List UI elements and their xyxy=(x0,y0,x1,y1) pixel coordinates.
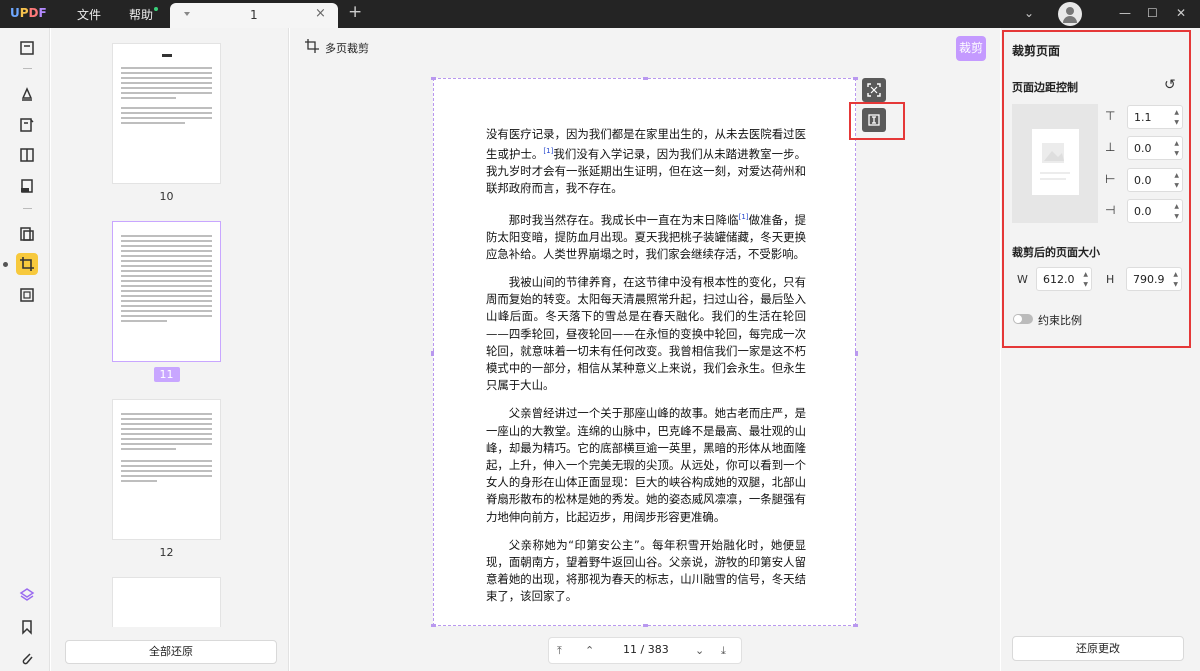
thumbnail-label: 12 xyxy=(159,546,174,559)
page-text: 没有医疗记录，因为我们都是在家里出生的，从未去医院看过医生或护士。[1]我们没有… xyxy=(486,126,806,617)
crop-handle[interactable] xyxy=(431,351,434,356)
height-input[interactable]: 790.9 ▲ ▼ xyxy=(1126,267,1182,291)
preview-page xyxy=(1032,129,1079,195)
tab-title: 1 xyxy=(250,8,258,22)
margin-right-icon: ⊣ xyxy=(1105,203,1116,217)
paragraph: 那时我当然存在。我成长中一直在为末日降临[1]做准备，提防太阳变暗，提防血月出现… xyxy=(486,212,806,261)
left-margin-input[interactable]: 0.0 ▲ ▼ xyxy=(1127,168,1183,192)
constrain-proportions-label: 约束比例 xyxy=(1038,314,1082,327)
sidebar-collapse-handle[interactable] xyxy=(3,262,8,267)
width-label: W xyxy=(1017,273,1028,286)
thumbnail-page-10[interactable] xyxy=(112,43,221,184)
menu-help[interactable]: 帮助 xyxy=(129,6,153,23)
fit-to-content-icon[interactable] xyxy=(862,78,886,102)
edit-pdf-icon[interactable] xyxy=(16,114,38,136)
tab-dropdown-icon[interactable] xyxy=(184,12,190,16)
crop-handle[interactable] xyxy=(643,624,648,627)
highlight-box xyxy=(849,102,905,140)
menu-file[interactable]: 文件 xyxy=(77,6,101,23)
update-dot xyxy=(154,7,158,11)
margin-control-title: 页面边距控制 xyxy=(1012,81,1078,94)
paragraph: 父亲称她为“印第安公主”。每年积雪开始融化时，她便显现，面朝南方，望着野牛返回山… xyxy=(486,537,806,604)
maximize-icon[interactable]: ☐ xyxy=(1147,6,1158,20)
crop-handle[interactable] xyxy=(643,77,648,80)
first-page-icon[interactable]: ⤒ xyxy=(557,644,562,658)
close-tab-icon[interactable]: × xyxy=(315,6,326,21)
thumbnail-page-12[interactable] xyxy=(112,399,221,540)
title-bar: UPDF 文件 帮助 1 × + ⌄ — ☐ ✕ xyxy=(0,0,1200,28)
tool-sidebar xyxy=(0,28,50,671)
thumbnail-label: 10 xyxy=(159,190,174,203)
margin-left-icon: ⊢ xyxy=(1105,172,1116,186)
crop-handle[interactable] xyxy=(853,624,858,627)
width-input[interactable]: 612.0 ▲ ▼ xyxy=(1036,267,1092,291)
chevron-down-icon[interactable]: ⌄ xyxy=(1024,6,1034,20)
page-indicator[interactable]: 11 / 383 xyxy=(623,643,669,656)
close-window-icon[interactable]: ✕ xyxy=(1176,6,1186,20)
comment-icon[interactable] xyxy=(16,83,38,105)
thumbnail-page-13[interactable] xyxy=(112,577,221,627)
crop-handle[interactable] xyxy=(853,77,858,80)
crop-handle[interactable] xyxy=(431,624,436,627)
panel-title: 裁剪页面 xyxy=(1012,44,1061,58)
last-page-icon[interactable]: ⤓ xyxy=(721,644,726,658)
next-page-icon[interactable]: ⌄ xyxy=(695,644,704,657)
paragraph: 父亲曾经讲过一个关于那座山峰的故事。她古老而庄严，是一座山的大教堂。连绵的山脉中… xyxy=(486,406,806,524)
crop-page-icon[interactable] xyxy=(16,253,38,275)
bottom-margin-input[interactable]: 0.0 ▲ ▼ xyxy=(1127,136,1183,160)
page-navigator: ⤒ ⌃ 11 / 383 ⌄ ⤓ xyxy=(548,637,742,664)
user-avatar[interactable] xyxy=(1058,2,1082,26)
paragraph: 没有医疗记录，因为我们都是在家里出生的，从未去医院看过医生或护士。[1]我们没有… xyxy=(486,127,806,196)
crop-handle[interactable] xyxy=(855,351,858,356)
paragraph: 我被山间的节律养育，在这节律中没有根本性的变化，只有周而复始的转变。太阳每天清晨… xyxy=(486,275,806,393)
attachment-icon[interactable] xyxy=(16,647,38,669)
page-tools-icon[interactable] xyxy=(16,144,38,166)
height-label: H xyxy=(1106,273,1115,286)
crop-button[interactable]: 裁剪 xyxy=(956,36,986,61)
restore-changes-button[interactable]: 还原更改 xyxy=(1012,636,1184,661)
previous-page-icon[interactable]: ⌃ xyxy=(585,644,594,657)
form-icon[interactable] xyxy=(16,175,38,197)
top-margin-input[interactable]: 1.1 ▲ ▼ xyxy=(1127,105,1183,129)
reset-icon[interactable]: ↺ xyxy=(1164,77,1176,93)
multi-page-crop-label[interactable]: 多页裁剪 xyxy=(305,39,369,56)
margin-bottom-icon: ⊥ xyxy=(1105,140,1116,154)
crop-icon xyxy=(305,39,319,53)
size-title: 裁剪后的页面大小 xyxy=(1012,246,1100,259)
layers-icon[interactable] xyxy=(16,584,38,606)
margin-top-icon: ⊤ xyxy=(1105,109,1116,123)
bookmark-icon[interactable] xyxy=(16,616,38,638)
right-margin-input[interactable]: 0.0 ▲ ▼ xyxy=(1127,199,1183,223)
restore-all-button[interactable]: 全部还原 xyxy=(65,640,277,664)
page-preview xyxy=(1012,104,1098,223)
thumbnail-page-11[interactable] xyxy=(112,221,221,362)
thumbnail-label-selected: 11 xyxy=(112,367,221,382)
ocr-icon[interactable] xyxy=(16,284,38,306)
new-tab-icon[interactable]: + xyxy=(348,2,362,22)
minimize-icon[interactable]: — xyxy=(1119,6,1131,20)
document-tab[interactable]: 1 × xyxy=(170,3,338,28)
constrain-proportions-toggle[interactable] xyxy=(1013,314,1033,324)
organize-pages-icon[interactable] xyxy=(16,223,38,245)
crop-handle[interactable] xyxy=(431,77,436,80)
reader-mode-icon[interactable] xyxy=(16,37,38,59)
app-logo: UPDF xyxy=(10,6,47,20)
